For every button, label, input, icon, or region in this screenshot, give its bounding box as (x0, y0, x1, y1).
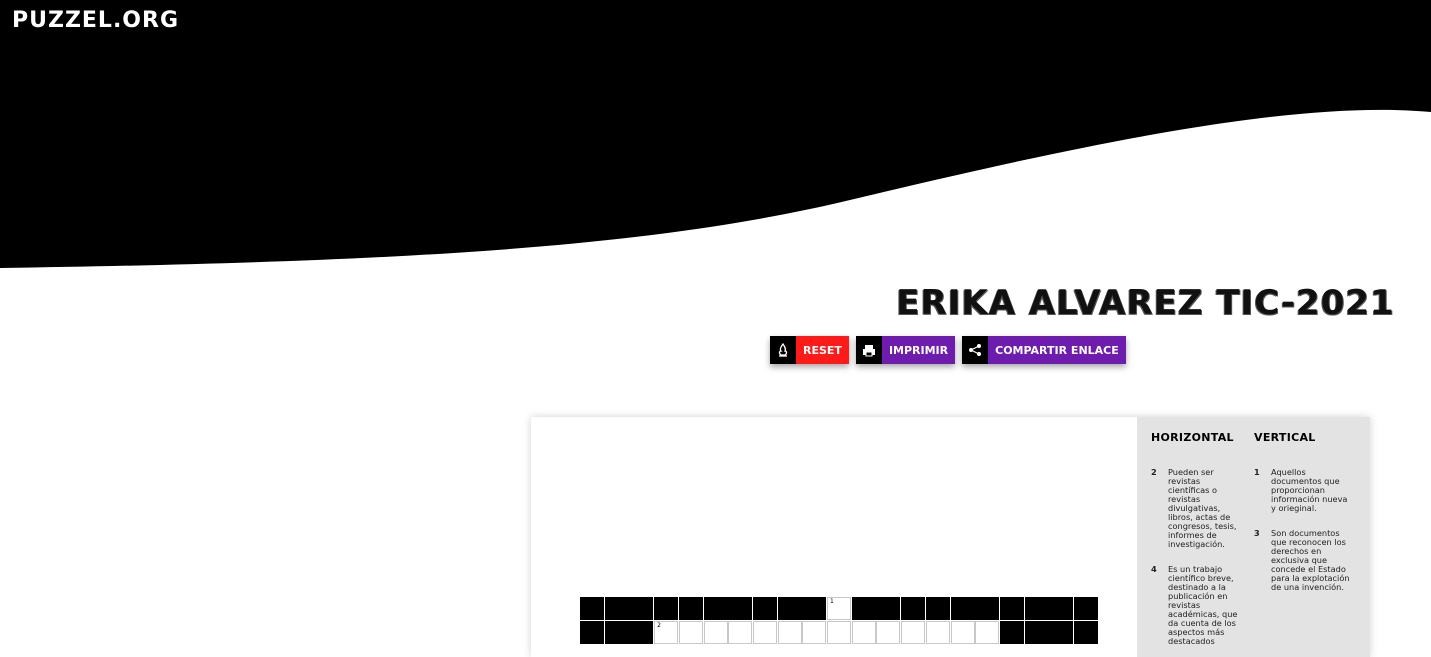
clue-number: 3 (1254, 528, 1260, 538)
share-label: COMPARTIR ENLACE (988, 336, 1126, 364)
cell-number: 1 (830, 598, 834, 605)
vertical-clues: VERTICAL 1 Aquellos documentos que propo… (1254, 431, 1354, 592)
clue-text: Son documentos que reconocen los derecho… (1271, 528, 1350, 592)
grid-cell-blocked (580, 620, 604, 644)
grid-cell-blocked (975, 597, 1000, 620)
grid-cell-blocked (950, 597, 975, 620)
page-title-wrap: ERIKA ALVAREZ TIC-2021 (0, 283, 1431, 323)
grid-cell-blocked (728, 597, 753, 620)
grid-cell-blocked (925, 597, 950, 620)
reset-label: RESET (796, 336, 849, 364)
toolbar: RESET IMPRIMIR COMPARTIR ENLACE (770, 336, 1126, 364)
hero-banner (0, 0, 1431, 270)
clue-number: 2 (1151, 467, 1157, 477)
grid-cell-blocked (1024, 620, 1049, 644)
grid-cell[interactable] (876, 620, 901, 644)
grid-cell-blocked (629, 597, 654, 620)
grid-cell[interactable] (925, 620, 950, 644)
grid-cell[interactable] (975, 620, 1000, 644)
page-title: ERIKA ALVAREZ TIC-2021 (896, 283, 1395, 323)
grid-cell[interactable] (802, 620, 827, 644)
grid-cell[interactable] (678, 620, 703, 644)
grid-cell[interactable] (728, 620, 753, 644)
site-logo[interactable]: PUZZEL.ORG (12, 8, 179, 33)
grid-cell-blocked (1074, 620, 1098, 644)
share-icon (962, 336, 989, 364)
grid-cell-blocked (999, 620, 1024, 644)
grid-cell-blocked (654, 597, 679, 620)
grid-cell[interactable] (950, 620, 975, 644)
grid-cell[interactable]: 2 (654, 620, 679, 644)
reset-button[interactable]: RESET (770, 336, 849, 364)
grid-cell[interactable] (851, 620, 876, 644)
grid-cell-blocked (1024, 597, 1049, 620)
wave-background (0, 0, 1431, 268)
horizontal-heading: HORIZONTAL (1151, 431, 1234, 444)
clue-panel: HORIZONTAL 2 Pueden ser revistas científ… (1137, 417, 1370, 657)
clue-text: Pueden ser revistas científicas o revist… (1168, 467, 1237, 549)
grid-cell[interactable] (901, 620, 926, 644)
grid-cell-blocked (777, 597, 802, 620)
grid-cell-blocked (851, 597, 876, 620)
grid-cell-blocked (999, 597, 1024, 620)
grid-cell-blocked (1049, 597, 1074, 620)
print-button[interactable]: IMPRIMIR (855, 336, 956, 364)
grid-cell-blocked (752, 597, 777, 620)
print-label: IMPRIMIR (881, 336, 956, 364)
grid-cell[interactable] (703, 620, 728, 644)
grid-cell-blocked (604, 620, 629, 644)
grid-cell-blocked (703, 597, 728, 620)
grid-cell[interactable]: 1 (827, 597, 851, 620)
clue-item[interactable]: 1 Aquellos documentos que proporcionan i… (1254, 468, 1354, 513)
horizontal-clues: HORIZONTAL 2 Pueden ser revistas científ… (1151, 431, 1241, 646)
clue-number: 4 (1151, 564, 1157, 574)
grid-cell-blocked (629, 620, 654, 644)
grid-cell-blocked (802, 597, 827, 620)
grid-cell[interactable] (752, 620, 777, 644)
share-link-button[interactable]: COMPARTIR ENLACE (962, 336, 1126, 364)
clue-item[interactable]: 4 Es un trabajo científico breve, destin… (1151, 565, 1241, 646)
clue-item[interactable]: 2 Pueden ser revistas científicas o revi… (1151, 468, 1241, 549)
print-icon (855, 336, 882, 364)
clue-item[interactable]: 3 Son documentos que reconocen los derec… (1254, 529, 1354, 592)
grid-cell-blocked (1074, 597, 1098, 620)
grid-cell-blocked (901, 597, 926, 620)
vertical-heading: VERTICAL (1254, 431, 1316, 444)
grid-cell[interactable] (827, 620, 851, 644)
grid-cell-blocked (604, 597, 629, 620)
grid-cell-blocked (580, 597, 604, 620)
grid-cell-blocked (876, 597, 901, 620)
grid-cell-blocked (678, 597, 703, 620)
reset-icon (770, 336, 796, 364)
clue-number: 1 (1254, 467, 1260, 477)
grid-cell[interactable] (777, 620, 802, 644)
grid-cell-blocked (1049, 620, 1074, 644)
clue-text: Es un trabajo científico breve, destinad… (1168, 564, 1238, 646)
clue-text: Aquellos documentos que proporcionan inf… (1271, 467, 1348, 513)
cell-number: 2 (657, 621, 661, 629)
